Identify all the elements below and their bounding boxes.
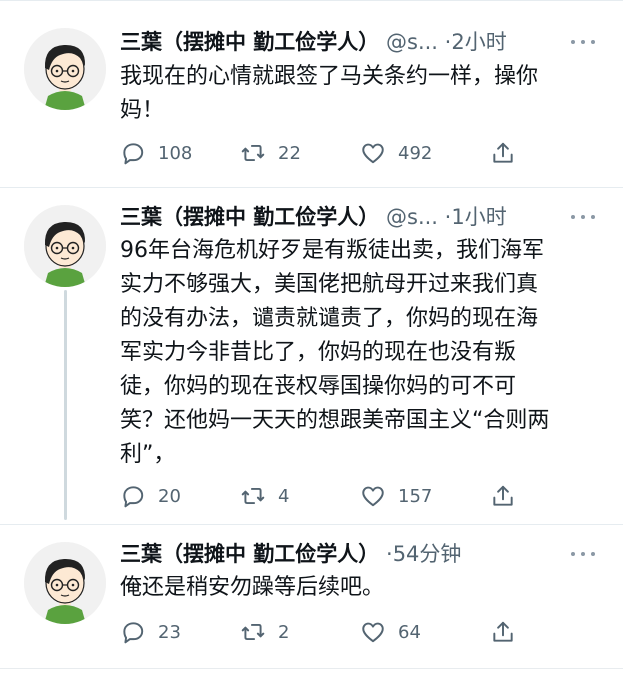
- retweet-count: 4: [278, 485, 290, 507]
- reply-count: 20: [158, 485, 181, 507]
- timestamp[interactable]: 2小时: [451, 30, 506, 54]
- avatar-cartoon-icon: [24, 542, 106, 624]
- retweet-count: 22: [278, 142, 301, 164]
- like-count: 64: [398, 621, 421, 643]
- more-dots-icon: [571, 40, 575, 44]
- share-button[interactable]: [490, 619, 516, 645]
- display-name[interactable]: 三葉（摆摊中 勤工俭学人）: [120, 542, 379, 566]
- retweet-button[interactable]: 2: [240, 619, 360, 645]
- display-name[interactable]: 三葉（摆摊中 勤工俭学人）: [120, 205, 379, 229]
- tweet-actions: 108 22 492: [120, 138, 590, 168]
- retweet-arrows-icon: [241, 144, 265, 162]
- tweet-text-line: 徒，你妈的现在丧权辱国操你妈的可不可: [120, 374, 517, 399]
- user-handle[interactable]: @s...: [386, 205, 438, 229]
- more-dots-icon: [571, 215, 575, 219]
- tweet-text-line: 的没有办法，谴责就谴责了，你妈的现在海: [120, 306, 539, 331]
- tweet-header: 三葉（摆摊中 勤工俭学人） @s... ·1小时: [120, 201, 560, 233]
- avatar[interactable]: [24, 28, 106, 110]
- speech-bubble-icon: [123, 622, 144, 644]
- retweet-count: 2: [278, 621, 290, 643]
- tweet-text-line: 实力不够强大，美国佬把航母开过来我们真: [120, 272, 539, 297]
- time-separator: ·: [386, 542, 393, 566]
- tweet-actions: 20 4 157: [120, 481, 590, 511]
- reply-button[interactable]: 20: [120, 483, 240, 509]
- timestamp[interactable]: 54分钟: [393, 542, 462, 566]
- avatar-cartoon-icon: [24, 205, 106, 287]
- timestamp[interactable]: 1小时: [451, 205, 506, 229]
- reply-button[interactable]: 23: [120, 619, 240, 645]
- tweet-header: 三葉（摆摊中 勤工俭学人） ·54分钟: [120, 538, 560, 570]
- reply-count: 23: [158, 621, 181, 643]
- like-button[interactable]: 157: [360, 483, 490, 509]
- retweet-button[interactable]: 4: [240, 483, 360, 509]
- share-upload-icon: [493, 142, 513, 163]
- tweet-text-line: 利”，: [120, 442, 176, 467]
- like-button[interactable]: 492: [360, 140, 490, 166]
- speech-bubble-icon: [123, 143, 144, 165]
- more-options-button[interactable]: [571, 201, 595, 233]
- tweet-text: 我现在的心情就跟签了马关条约一样，操你 妈！: [120, 60, 600, 128]
- share-upload-icon: [493, 485, 513, 506]
- retweet-button[interactable]: 22: [240, 140, 360, 166]
- tweet-text: 96年台海危机好歹是有叛徒出卖，我们海军 实力不够强大，美国佬把航母开过来我们真…: [120, 234, 600, 472]
- tweet-header: 三葉（摆摊中 勤工俭学人） @s... ·2小时: [120, 26, 560, 58]
- retweet-arrows-icon: [241, 487, 265, 505]
- display-name[interactable]: 三葉（摆摊中 勤工俭学人）: [120, 30, 379, 54]
- retweet-arrows-icon: [241, 623, 265, 641]
- tweet-text: 俺还是稍安勿躁等后续吧。: [120, 571, 600, 605]
- avatar-cartoon-icon: [24, 28, 106, 110]
- tweet-text-line: 我现在的心情就跟签了马关条约一样，操你: [120, 64, 539, 89]
- thread-connector-line: [64, 290, 67, 520]
- speech-bubble-icon: [123, 486, 144, 508]
- reply-count: 108: [158, 142, 193, 164]
- share-upload-icon: [493, 621, 513, 642]
- more-options-button[interactable]: [571, 538, 595, 570]
- avatar[interactable]: [24, 542, 106, 624]
- like-count: 157: [398, 485, 433, 507]
- tweet-text-line: 妈！: [120, 98, 165, 123]
- tweet-text-line: 96年台海危机好歹是有叛徒出卖，我们海军: [120, 238, 544, 263]
- tweet-text-line: 军实力今非昔比了，你妈的现在也没有叛: [120, 340, 517, 365]
- more-dots-icon: [571, 552, 575, 556]
- heart-icon: [362, 622, 384, 643]
- tweet-separator: [0, 668, 623, 669]
- share-button[interactable]: [490, 140, 516, 166]
- tweet-separator: [0, 0, 623, 1]
- tweet-actions: 23 2 64: [120, 617, 590, 647]
- like-button[interactable]: 64: [360, 619, 490, 645]
- tweet-separator: [0, 524, 623, 525]
- user-handle[interactable]: @s...: [386, 30, 438, 54]
- avatar[interactable]: [24, 205, 106, 287]
- like-count: 492: [398, 142, 433, 164]
- tweet-separator: [0, 187, 623, 188]
- reply-button[interactable]: 108: [120, 140, 240, 166]
- share-button[interactable]: [490, 483, 516, 509]
- heart-icon: [362, 143, 384, 164]
- tweet-text-line: 俺还是稍安勿躁等后续吧。: [120, 575, 385, 600]
- tweet-text-line: 笑？还他妈一天天的想跟美帝国主义“合则两: [120, 408, 550, 433]
- more-options-button[interactable]: [571, 26, 595, 58]
- heart-icon: [362, 486, 384, 507]
